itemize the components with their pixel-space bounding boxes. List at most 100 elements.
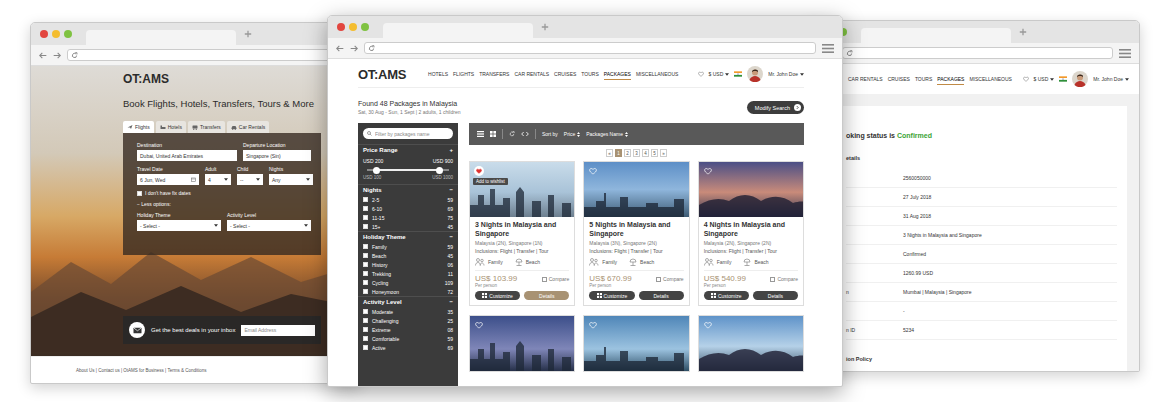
close-button[interactable]: [40, 30, 48, 38]
wishlist-button[interactable]: [588, 320, 598, 330]
fix-dates-checkbox[interactable]: [137, 191, 142, 196]
customize-button[interactable]: Customize: [589, 291, 634, 300]
field-input[interactable]: Singapore (Sin): [243, 150, 311, 161]
filter-option[interactable]: Moderate35: [363, 307, 453, 316]
compare-option[interactable]: Compare: [770, 276, 798, 282]
page-button[interactable]: 4: [642, 149, 649, 157]
filter-checkbox[interactable]: [363, 271, 368, 276]
wishlist-button[interactable]: [474, 166, 484, 176]
nav-item[interactable]: HOTELS: [428, 69, 448, 80]
filter-option[interactable]: Trekking11: [363, 269, 453, 278]
filter-checkbox[interactable]: [363, 289, 368, 294]
filter-option[interactable]: History06: [363, 260, 453, 269]
url-field[interactable]: [842, 47, 1113, 59]
new-tab-icon[interactable]: [244, 30, 252, 38]
customize-button[interactable]: Customize: [704, 291, 749, 300]
flag-icon[interactable]: [1059, 76, 1067, 82]
details-button[interactable]: Details: [524, 291, 569, 300]
nav-item[interactable]: MISCELLANEOUS: [636, 69, 679, 80]
new-tab-icon[interactable]: [541, 23, 549, 31]
field-input[interactable]: Any: [269, 174, 313, 185]
page-button[interactable]: 2: [624, 149, 631, 157]
maximize-button[interactable]: [361, 23, 369, 31]
package-title[interactable]: 3 Nights in Malaysia and Singapore: [475, 221, 569, 238]
forward-icon[interactable]: [350, 45, 358, 52]
package-photo[interactable]: [699, 162, 803, 217]
toggle-icon[interactable]: −: [449, 187, 453, 193]
nav-item[interactable]: CAR RENTALS: [848, 74, 883, 85]
browser-tab[interactable]: [383, 23, 533, 38]
currency-selector[interactable]: $ USD: [709, 71, 730, 77]
reload-icon[interactable]: [71, 52, 78, 59]
compare-option[interactable]: Compare: [656, 276, 684, 282]
filter-checkbox[interactable]: [363, 318, 368, 323]
refresh-icon[interactable]: [509, 131, 515, 137]
section-header[interactable]: Activity Level−: [363, 297, 453, 307]
forward-icon[interactable]: [53, 52, 61, 59]
package-photo[interactable]: [699, 316, 803, 371]
nav-item[interactable]: CRUISES: [888, 74, 910, 85]
field-input[interactable]: 6 Jun, Wed: [137, 174, 199, 185]
filter-option[interactable]: Extreme08: [363, 325, 453, 334]
filter-option[interactable]: 2-559: [363, 195, 453, 204]
field-input[interactable]: 4: [205, 174, 231, 185]
filter-checkbox[interactable]: [363, 345, 368, 350]
filter-option[interactable]: Comfortable59: [363, 334, 453, 343]
section-header[interactable]: Holiday Theme−: [363, 232, 453, 242]
logo[interactable]: OT:AMS: [358, 67, 406, 82]
slider-handle[interactable]: [373, 167, 380, 174]
search-tab[interactable]: Flights: [123, 121, 154, 133]
toggle-icon[interactable]: −: [449, 299, 453, 305]
filter-checkbox[interactable]: [363, 280, 368, 285]
filter-checkbox[interactable]: [363, 336, 368, 341]
heart-icon[interactable]: [1023, 76, 1029, 82]
browser-tab[interactable]: [86, 30, 236, 45]
close-button[interactable]: [337, 23, 345, 31]
toggle-icon[interactable]: +: [449, 147, 453, 153]
reload-icon[interactable]: [846, 50, 853, 57]
package-photo[interactable]: [584, 316, 688, 371]
nav-item[interactable]: MISCELLANEOUS: [969, 74, 1012, 85]
filter-checkbox[interactable]: [363, 244, 368, 249]
filter-checkbox[interactable]: [363, 327, 368, 332]
details-button[interactable]: Details: [639, 291, 684, 300]
filter-checkbox[interactable]: [363, 262, 368, 267]
browser-tab[interactable]: [861, 28, 1011, 43]
wishlist-button[interactable]: [588, 166, 598, 176]
filter-checkbox[interactable]: [363, 197, 368, 202]
package-title[interactable]: 4 Nights in Malaysia and Singapore: [704, 221, 798, 238]
section-header[interactable]: Price Range+: [363, 145, 453, 155]
filter-checkbox[interactable]: [363, 253, 368, 258]
nav-item[interactable]: CAR RENTALS: [514, 69, 549, 80]
filter-checkbox[interactable]: [363, 224, 368, 229]
user-menu[interactable]: Mr. John Doe: [1093, 76, 1129, 82]
customize-button[interactable]: Customize: [475, 291, 520, 300]
package-photo[interactable]: Add to wishlist: [470, 162, 574, 217]
details-button[interactable]: Details: [753, 291, 798, 300]
less-options-toggle[interactable]: − Less options:: [137, 201, 313, 207]
new-tab-icon[interactable]: [1019, 28, 1027, 36]
page-button[interactable]: 3: [633, 149, 640, 157]
page-button[interactable]: 5: [651, 149, 658, 157]
search-tab[interactable]: Transfers: [188, 121, 225, 133]
filter-option[interactable]: 6-1069: [363, 204, 453, 213]
compare-checkbox[interactable]: [656, 277, 661, 282]
filter-option[interactable]: Cycling109: [363, 278, 453, 287]
price-slider[interactable]: [367, 169, 449, 171]
modify-search-button[interactable]: Modify Search: [747, 101, 804, 114]
filter-option[interactable]: 15+45: [363, 222, 453, 231]
compare-checkbox[interactable]: [542, 277, 547, 282]
page-button[interactable]: «: [606, 149, 613, 157]
field-input[interactable]: --: [237, 174, 263, 185]
nav-item[interactable]: FLIGHTS: [453, 69, 474, 80]
minimize-button[interactable]: [349, 23, 357, 31]
nav-item[interactable]: TRANSFERS: [479, 69, 509, 80]
filter-field[interactable]: [363, 128, 453, 139]
code-icon[interactable]: [521, 131, 529, 137]
field-input[interactable]: - Select -: [137, 220, 221, 231]
avatar-icon[interactable]: [1072, 71, 1088, 87]
maximize-button[interactable]: [64, 30, 72, 38]
user-menu[interactable]: Mr. John Doe: [768, 71, 804, 77]
logo[interactable]: OT:AMS: [123, 72, 359, 86]
fix-dates-option[interactable]: I don't have fix dates: [137, 190, 313, 196]
